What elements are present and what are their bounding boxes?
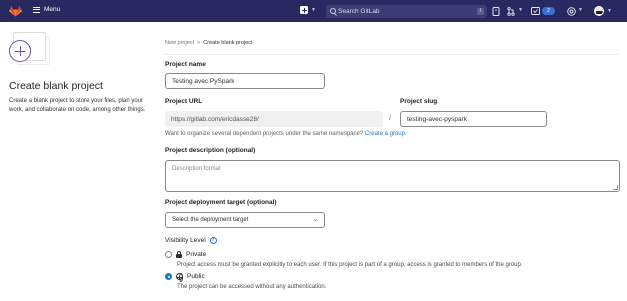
deployment-target-value: Select the deployment target xyxy=(172,217,249,223)
chevron-down-icon: ⌄ xyxy=(312,217,318,223)
project-name-label: Project name xyxy=(165,61,206,68)
main-menu-button[interactable]: Menu xyxy=(33,6,60,13)
page-title: Create blank project xyxy=(9,80,103,92)
breadcrumb-new-project[interactable]: New project xyxy=(165,40,194,46)
lock-icon xyxy=(176,251,182,258)
namespace-help: Want to organize several dependent proje… xyxy=(165,131,364,137)
gitlab-logo-icon[interactable] xyxy=(9,5,22,17)
menu-label: Menu xyxy=(44,6,61,13)
private-label: Private xyxy=(186,251,207,258)
divider xyxy=(165,54,620,55)
private-description: Project access must be granted explicitl… xyxy=(177,262,523,268)
project-slug-label: Project slug xyxy=(400,98,438,105)
resize-handle-icon[interactable] xyxy=(613,185,618,190)
namespace-help-text: Want to organize several dependent proje… xyxy=(165,131,407,137)
help-question-icon[interactable]: ? xyxy=(209,237,217,244)
hamburger-icon xyxy=(33,6,40,13)
project-url-label: Project URL xyxy=(165,98,203,105)
globe-icon xyxy=(176,273,183,282)
description-label: Project description (optional) xyxy=(165,147,256,154)
deployment-target-label: Project deployment target (optional) xyxy=(165,199,277,206)
create-group-link[interactable]: Create a group. xyxy=(365,131,407,137)
visibility-public-option[interactable]: Public xyxy=(165,273,205,282)
breadcrumb: New project > Create blank project xyxy=(165,40,253,46)
url-separator: / xyxy=(389,115,391,122)
visibility-private-option[interactable]: Private xyxy=(165,251,206,258)
deployment-target-select[interactable]: Select the deployment target ⌄ xyxy=(165,212,325,228)
project-slug-input[interactable] xyxy=(400,111,547,127)
project-url-namespace[interactable]: https://gitlab.com/ericdasse28/ xyxy=(165,111,383,127)
project-description-textarea[interactable] xyxy=(165,160,620,192)
visibility-level-label: Visibility Level ? xyxy=(165,237,217,244)
page-description: Create a blank project to store your fil… xyxy=(9,98,146,113)
project-name-input[interactable] xyxy=(165,73,325,89)
blank-project-icon xyxy=(9,32,50,68)
left-panel: Create blank project Create a blank proj… xyxy=(9,32,154,115)
public-description: The project can be accessed without any … xyxy=(177,284,327,290)
project-form: New project > Create blank project Proje… xyxy=(165,0,627,301)
breadcrumb-current: Create blank project xyxy=(203,40,253,46)
breadcrumb-separator: > xyxy=(197,40,201,46)
visibility-level-text: Visibility Level xyxy=(165,237,206,245)
private-radio[interactable] xyxy=(165,251,172,258)
public-radio[interactable] xyxy=(165,273,172,280)
public-label: Public xyxy=(187,273,205,280)
